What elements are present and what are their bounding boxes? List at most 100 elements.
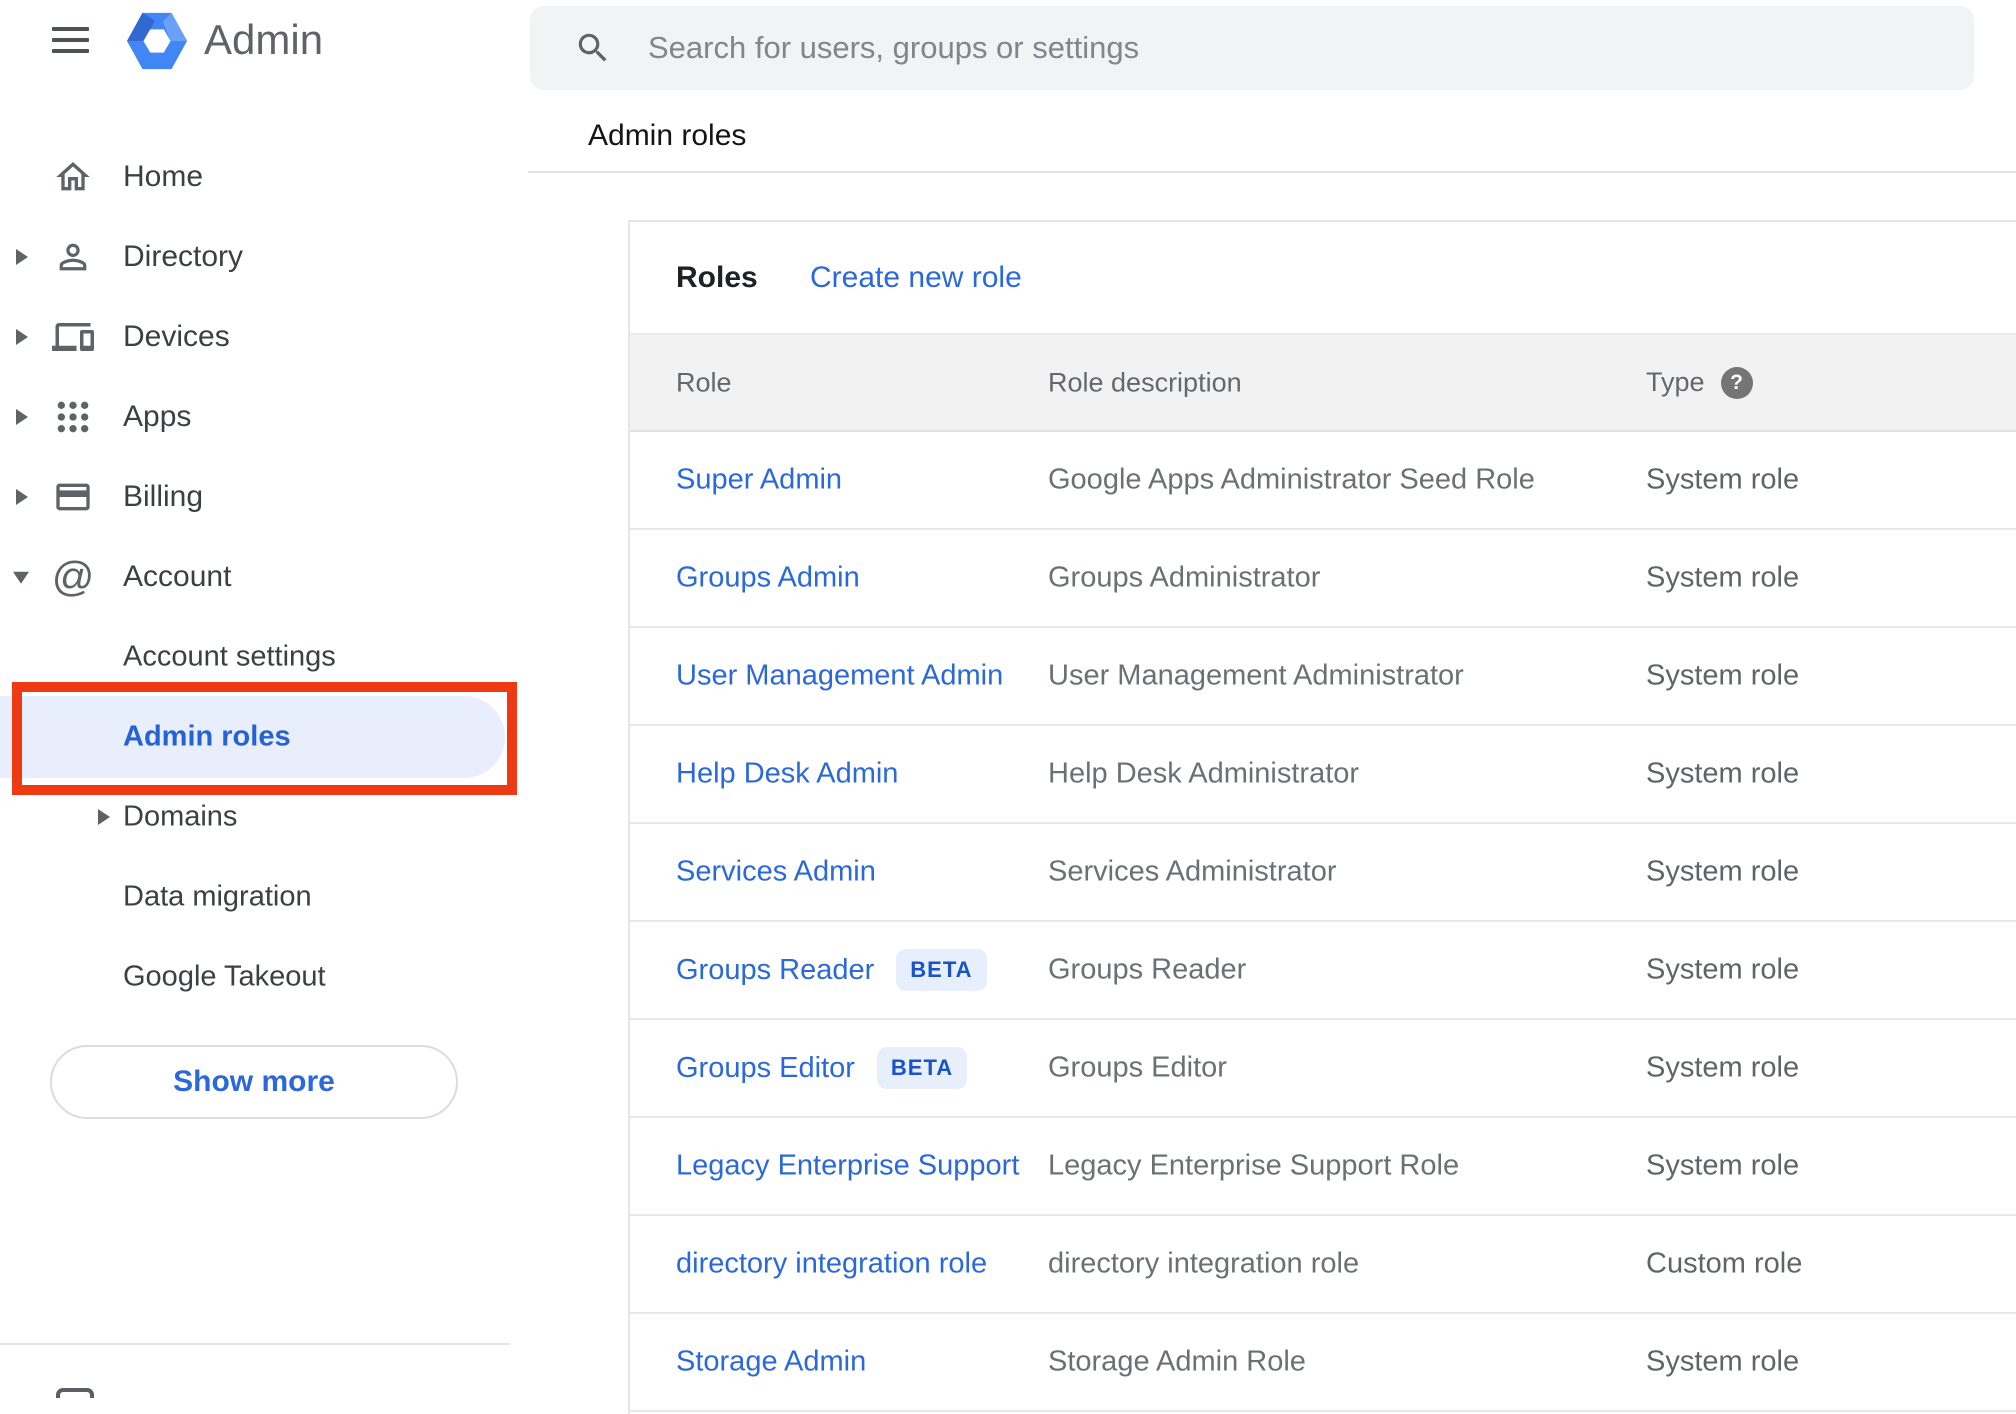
column-header-type-label: Type xyxy=(1646,367,1705,397)
role-link[interactable]: Groups Editor xyxy=(676,1052,855,1085)
role-type-cell: Custom role xyxy=(1646,1247,1803,1280)
sidebar-item-admin-roles[interactable]: Admin roles xyxy=(0,696,528,778)
role-link[interactable]: directory integration role xyxy=(676,1248,987,1281)
create-new-role-link[interactable]: Create new role xyxy=(810,261,1022,295)
sidebar: Admin Home Directory Devices Apps Billing @ Ac… xyxy=(0,0,528,1398)
role-link[interactable]: Services Admin xyxy=(676,856,876,889)
roles-card-header: Roles Create new role xyxy=(630,222,2016,333)
sidebar-item-label: Account xyxy=(123,560,232,593)
person-icon xyxy=(52,235,94,279)
sidebar-item-home[interactable]: Home xyxy=(0,137,528,217)
sidebar-item-directory[interactable]: Directory xyxy=(0,217,528,297)
cutoff-icon xyxy=(56,1388,94,1398)
role-link[interactable]: Help Desk Admin xyxy=(676,758,898,791)
app-title: Admin xyxy=(204,16,324,63)
breadcrumb: Admin roles xyxy=(588,119,747,152)
sidebar-item-label: Google Takeout xyxy=(123,960,326,993)
sidebar-item-account[interactable]: @ Account xyxy=(0,537,528,617)
table-body: Super Admin Google Apps Administrator See… xyxy=(630,432,2016,1412)
sidebar-item-account-settings[interactable]: Account settings xyxy=(0,617,528,697)
column-header-role: Role xyxy=(676,367,732,397)
search-bar[interactable] xyxy=(530,6,1974,90)
column-header-type: Type ? xyxy=(1646,366,1753,399)
role-link[interactable]: Super Admin xyxy=(676,464,842,497)
table-row: Help Desk Admin Help Desk Administrator Sy… xyxy=(630,726,2016,824)
apps-icon xyxy=(52,395,94,439)
role-link[interactable]: User Management Admin xyxy=(676,660,1003,693)
table-row: Groups Editor BETA Groups Editor System rol… xyxy=(630,1020,2016,1118)
role-type-cell: System role xyxy=(1646,1149,1800,1182)
role-link[interactable]: Storage Admin xyxy=(676,1346,866,1379)
table-row: Services Admin Services Administrator Syst… xyxy=(630,824,2016,922)
role-description-cell: User Management Administrator xyxy=(1048,659,1464,692)
roles-card: Roles Create new role Role Role descript… xyxy=(628,220,2016,1414)
role-description-cell: Help Desk Administrator xyxy=(1048,757,1360,790)
table-header-row: Role Role description Type ? xyxy=(630,333,2016,432)
role-description-cell: directory integration role xyxy=(1048,1247,1360,1280)
role-description-cell: Google Apps Administrator Seed Role xyxy=(1048,463,1535,496)
sidebar-item-billing[interactable]: Billing xyxy=(0,457,528,537)
sidebar-item-label: Account settings xyxy=(123,640,336,673)
table-row: Legacy Enterprise Support Legacy Enterpri… xyxy=(630,1118,2016,1216)
role-type-cell: System role xyxy=(1646,463,1800,496)
role-type-cell: System role xyxy=(1646,659,1800,692)
role-cell: Legacy Enterprise Support xyxy=(676,1150,1019,1183)
help-icon[interactable]: ? xyxy=(1720,366,1753,399)
sidebar-item-domains[interactable]: Domains xyxy=(0,777,528,857)
role-link[interactable]: Groups Reader xyxy=(676,954,874,987)
beta-badge: BETA xyxy=(876,1047,968,1089)
chevron-right-icon[interactable] xyxy=(16,249,28,265)
role-type-cell: System role xyxy=(1646,561,1800,594)
table-row: Groups Reader BETA Groups Reader System rol… xyxy=(630,922,2016,1020)
devices-icon xyxy=(52,315,94,359)
sidebar-nav: Home Directory Devices Apps Billing @ Account A… xyxy=(0,137,528,1017)
table-row: User Management Admin User Management Adm… xyxy=(630,628,2016,726)
role-link[interactable]: Groups Admin xyxy=(676,562,860,595)
sidebar-item-data-migration[interactable]: Data migration xyxy=(0,857,528,937)
sidebar-item-label: Home xyxy=(123,160,204,193)
role-cell: Services Admin xyxy=(676,856,876,889)
sidebar-item-label: Domains xyxy=(123,800,238,833)
role-type-cell: System role xyxy=(1646,1051,1800,1084)
chevron-down-icon[interactable] xyxy=(13,571,29,584)
chevron-right-icon[interactable] xyxy=(16,329,28,345)
role-type-cell: System role xyxy=(1646,757,1800,790)
chevron-right-icon[interactable] xyxy=(98,809,110,825)
sidebar-item-devices[interactable]: Devices xyxy=(0,297,528,377)
role-type-cell: System role xyxy=(1646,953,1800,986)
sidebar-item-label: Data migration xyxy=(123,880,312,913)
sidebar-item-apps[interactable]: Apps xyxy=(0,377,528,457)
column-header-role-description: Role description xyxy=(1048,367,1242,397)
sidebar-item-google-takeout[interactable]: Google Takeout xyxy=(0,937,528,1017)
chevron-right-icon[interactable] xyxy=(16,409,28,425)
role-cell: Groups Admin xyxy=(676,562,860,595)
chevron-right-icon[interactable] xyxy=(16,489,28,505)
table-row: Storage Admin Storage Admin Role System ro… xyxy=(630,1314,2016,1412)
table-row: Super Admin Google Apps Administrator See… xyxy=(630,432,2016,530)
sidebar-item-label: Billing xyxy=(123,480,204,513)
title-divider xyxy=(528,171,2016,173)
role-type-cell: System role xyxy=(1646,855,1800,888)
credit-card-icon xyxy=(52,475,94,519)
role-description-cell: Storage Admin Role xyxy=(1048,1345,1306,1378)
card-title: Roles xyxy=(676,260,758,294)
role-cell: Storage Admin xyxy=(676,1346,866,1379)
role-cell: User Management Admin xyxy=(676,660,1003,693)
role-cell: Groups Editor BETA xyxy=(676,1047,968,1089)
role-description-cell: Services Administrator xyxy=(1048,855,1337,888)
role-cell: Super Admin xyxy=(676,464,842,497)
sidebar-item-label: Directory xyxy=(123,240,244,273)
role-cell: Groups Reader BETA xyxy=(676,949,987,991)
menu-icon[interactable] xyxy=(52,27,89,55)
role-description-cell: Legacy Enterprise Support Role xyxy=(1048,1149,1460,1182)
search-input[interactable] xyxy=(646,29,1944,67)
role-description-cell: Groups Administrator xyxy=(1048,561,1321,594)
table-row: Groups Admin Groups Administrator System r… xyxy=(630,530,2016,628)
show-more-button[interactable]: Show more xyxy=(50,1045,458,1119)
role-cell: directory integration role xyxy=(676,1248,987,1281)
sidebar-item-label: Devices xyxy=(123,320,230,353)
role-link[interactable]: Legacy Enterprise Support xyxy=(676,1150,1019,1183)
role-description-cell: Groups Editor xyxy=(1048,1051,1227,1084)
beta-badge: BETA xyxy=(896,949,987,991)
admin-logo-icon xyxy=(126,11,188,71)
